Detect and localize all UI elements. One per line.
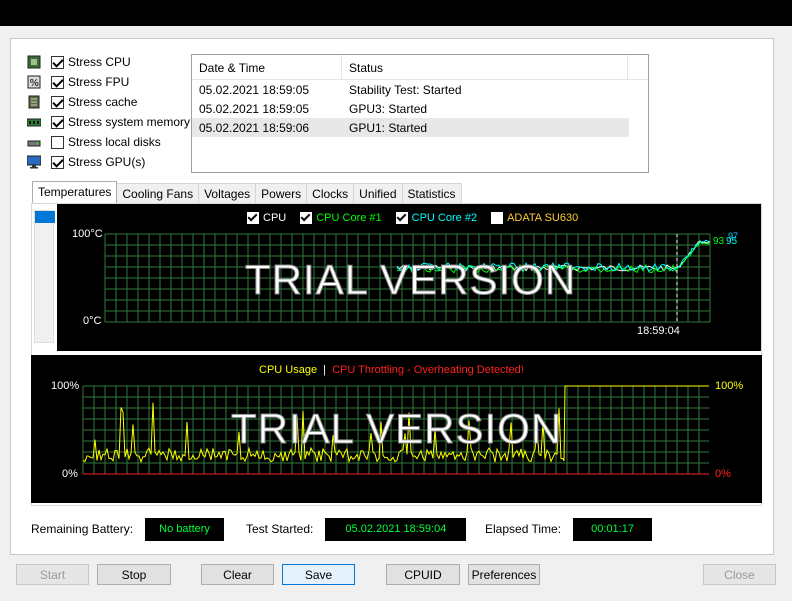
log-status: Stability Test: Started bbox=[349, 82, 462, 97]
cache-icon bbox=[27, 95, 41, 109]
tab-temperatures[interactable]: Temperatures bbox=[32, 181, 118, 203]
close-button[interactable]: Close bbox=[703, 564, 776, 585]
test-started-status: Test Started: 05.02.2021 18:59:04 bbox=[246, 516, 467, 542]
tab-cooling-fans[interactable]: Cooling Fans bbox=[116, 183, 200, 203]
temp-value-cpu: 97 bbox=[728, 231, 739, 241]
stress-disks-label: Stress local disks bbox=[68, 135, 161, 149]
tab-voltages[interactable]: Voltages bbox=[198, 183, 257, 203]
log-time: 05.02.2021 18:59:05 bbox=[199, 82, 310, 97]
stop-button[interactable]: Stop bbox=[97, 564, 171, 585]
sensor-scrollbar[interactable] bbox=[34, 210, 55, 343]
column-header-datetime[interactable]: Date & Time bbox=[192, 55, 342, 79]
log-row[interactable]: 05.02.2021 18:59:05 GPU3: Started bbox=[192, 99, 648, 118]
log-time: 05.02.2021 18:59:05 bbox=[199, 101, 310, 116]
gpu-icon bbox=[26, 155, 42, 169]
y-axis-bottom-label: 0°C bbox=[83, 315, 102, 327]
test-started-value: 05.02.2021 18:59:04 bbox=[325, 517, 467, 541]
trial-watermark: TRIAL VERSION bbox=[244, 256, 577, 304]
y-axis-top-label: 100°C bbox=[72, 228, 103, 240]
tab-powers[interactable]: Powers bbox=[255, 183, 308, 203]
clear-button[interactable]: Clear bbox=[201, 564, 274, 585]
scrollbar-thumb[interactable] bbox=[35, 211, 55, 223]
tab-statistics[interactable]: Statistics bbox=[401, 183, 462, 203]
elapsed-value: 00:01:17 bbox=[573, 517, 653, 541]
svg-text:%: % bbox=[30, 78, 40, 89]
stress-disks-checkbox[interactable] bbox=[51, 135, 64, 149]
stability-test-window: Stress CPU % Stress FPU Stress cache Str… bbox=[0, 0, 792, 601]
stress-cpu-checkbox[interactable] bbox=[51, 55, 64, 69]
log-header: Date & Time Status bbox=[192, 55, 648, 80]
stress-cpu-option[interactable]: Stress CPU bbox=[27, 53, 131, 71]
stress-fpu-checkbox[interactable] bbox=[51, 75, 64, 89]
log-row[interactable]: 05.02.2021 18:59:05 Stability Test: Star… bbox=[192, 80, 648, 99]
stress-memory-option[interactable]: Stress system memory bbox=[26, 113, 191, 131]
title-area bbox=[0, 0, 792, 26]
save-button[interactable]: Save bbox=[282, 564, 355, 585]
elapsed-label: Elapsed Time: bbox=[485, 522, 562, 536]
time-marker-label: 18:59:04 bbox=[637, 325, 680, 337]
usage-left-top-label: 100% bbox=[51, 380, 80, 392]
log-status: GPU1: Started bbox=[349, 120, 428, 135]
stress-cache-option[interactable]: Stress cache bbox=[27, 93, 137, 111]
stress-disks-option[interactable]: Stress local disks bbox=[27, 133, 161, 151]
preferences-button[interactable]: Preferences bbox=[468, 564, 540, 585]
stress-gpu-checkbox[interactable] bbox=[51, 155, 64, 169]
disk-icon bbox=[27, 135, 41, 149]
tab-clocks[interactable]: Clocks bbox=[306, 183, 355, 203]
log-row[interactable]: 05.02.2021 18:59:06 GPU1: Started bbox=[192, 118, 629, 137]
stress-memory-checkbox[interactable] bbox=[51, 115, 64, 129]
column-header-status[interactable]: Status bbox=[342, 55, 628, 79]
tab-unified[interactable]: Unified bbox=[353, 183, 403, 203]
start-button[interactable]: Start bbox=[16, 564, 89, 585]
event-log-list[interactable]: Date & Time Status 05.02.2021 18:59:05 S… bbox=[191, 54, 649, 173]
battery-label: Remaining Battery: bbox=[31, 522, 134, 536]
battery-status: Remaining Battery: No battery bbox=[31, 516, 225, 542]
elapsed-time-status: Elapsed Time: 00:01:17 bbox=[485, 516, 653, 542]
stress-memory-label: Stress system memory bbox=[68, 115, 191, 129]
log-time: 05.02.2021 18:59:06 bbox=[199, 120, 310, 135]
cpu-icon bbox=[27, 55, 41, 69]
fpu-icon: % bbox=[27, 75, 41, 89]
usage-left-bottom-label: 0% bbox=[62, 468, 78, 480]
log-status: GPU3: Started bbox=[349, 101, 428, 116]
stress-gpu-label: Stress GPU(s) bbox=[68, 155, 146, 169]
cpu-usage-graph: CPU Usage | CPU Throttling - Overheating… bbox=[31, 355, 762, 503]
temp-value-core1: 93 bbox=[713, 236, 725, 247]
usage-right-top-label: 100% bbox=[715, 380, 744, 392]
graph-tabs: Temperatures Cooling Fans Voltages Power… bbox=[32, 181, 462, 203]
usage-right-bottom-label: 0% bbox=[715, 468, 731, 480]
trial-watermark: TRIAL VERSION bbox=[230, 405, 563, 453]
stress-cache-label: Stress cache bbox=[68, 95, 138, 109]
stress-fpu-option[interactable]: % Stress FPU bbox=[27, 73, 129, 91]
temperature-graph: CPU CPU Core #1 CPU Core #2 ADATA SU630 … bbox=[57, 204, 761, 351]
stress-cache-checkbox[interactable] bbox=[51, 95, 64, 109]
battery-value: No battery bbox=[145, 517, 225, 541]
test-started-label: Test Started: bbox=[246, 522, 314, 536]
cpuid-button[interactable]: CPUID bbox=[386, 564, 460, 585]
stress-cpu-label: Stress CPU bbox=[68, 55, 131, 69]
stress-fpu-label: Stress FPU bbox=[68, 75, 130, 89]
memory-icon bbox=[26, 115, 42, 129]
stress-gpu-option[interactable]: Stress GPU(s) bbox=[26, 153, 146, 171]
